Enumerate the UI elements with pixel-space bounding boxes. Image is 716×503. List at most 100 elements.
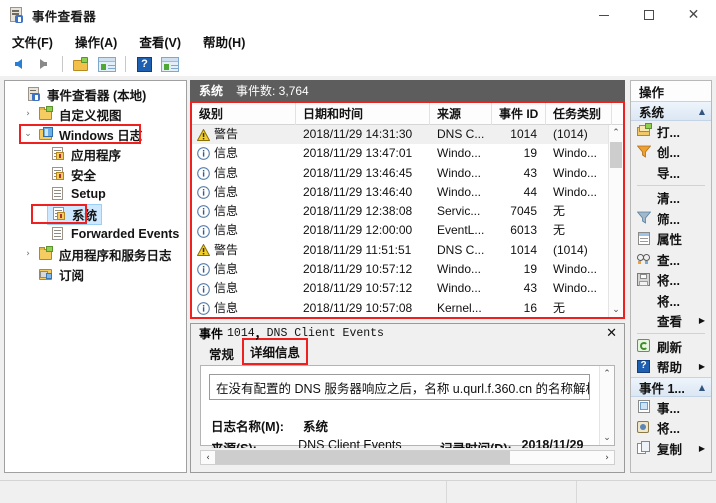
action-item-0-7[interactable]: 查... bbox=[631, 249, 711, 270]
toolbar-separator-2 bbox=[125, 56, 126, 72]
cell-task: (1014) bbox=[553, 242, 588, 257]
expand-chevron-icon[interactable]: › bbox=[21, 109, 35, 119]
action-pane-icon bbox=[160, 56, 179, 72]
column-header-4[interactable]: 任务类别 bbox=[546, 103, 612, 125]
hscroll-right-icon[interactable]: › bbox=[600, 453, 614, 463]
action-item-1-1[interactable]: 将... bbox=[631, 418, 711, 439]
detail-close-icon[interactable]: ✕ bbox=[606, 326, 617, 339]
table-row[interactable]: 警告 2018/11/29 11:51:51 DNS C... 1014 (1014) bbox=[192, 241, 623, 260]
action-item-1-2[interactable]: 复制 ▶ bbox=[631, 438, 711, 459]
table-row[interactable]: 信息 2018/11/29 13:46:40 Windo... 44 Windo... bbox=[192, 183, 623, 202]
cell-event-id: 44 bbox=[523, 184, 537, 199]
expand-chevron-icon[interactable]: › bbox=[21, 249, 35, 259]
action-item-0-8[interactable]: 将... bbox=[631, 270, 711, 291]
tree-item-label: 应用程序 bbox=[71, 148, 122, 163]
column-header-3[interactable]: 事件 ID bbox=[492, 103, 546, 125]
detail-scroll-up-icon[interactable]: ⌃ bbox=[600, 366, 614, 381]
detail-vertical-scrollbar[interactable]: ⌃ ⌄ bbox=[599, 366, 614, 445]
table-row[interactable]: 信息 2018/11/29 10:57:08 Kernel... 16 无 bbox=[192, 299, 623, 317]
action-item-0-0[interactable]: 打... bbox=[631, 121, 711, 142]
forward-button[interactable] bbox=[33, 54, 54, 74]
log-icon bbox=[51, 167, 66, 181]
tree-item-5[interactable]: Setup bbox=[5, 184, 186, 204]
minimize-button[interactable] bbox=[581, 0, 626, 30]
information-icon bbox=[197, 186, 210, 199]
cell-source: Windo... bbox=[437, 262, 482, 277]
open-saved-log-button[interactable] bbox=[71, 54, 92, 74]
actions-group-header-1[interactable]: 事件 1... ▲ bbox=[631, 377, 711, 397]
actions-group-label: 事件 1... bbox=[639, 381, 685, 396]
tab-general[interactable]: 常规 bbox=[203, 342, 240, 365]
action-item-0-10[interactable]: 查看 ▶ bbox=[631, 311, 711, 332]
collapse-chevron-icon[interactable]: ⌄ bbox=[21, 129, 35, 139]
collapse-caret-icon[interactable]: ▲ bbox=[699, 383, 705, 392]
action-item-0-13[interactable]: ? 帮助 ▶ bbox=[631, 357, 711, 378]
scroll-down-icon[interactable]: ⌄ bbox=[609, 302, 623, 317]
tree-item-label: 订阅 bbox=[59, 268, 85, 283]
warning-icon bbox=[197, 244, 210, 257]
menu-help[interactable]: 帮助(H) bbox=[203, 32, 245, 51]
submenu-arrow-icon[interactable]: ▶ bbox=[699, 362, 705, 371]
information-icon bbox=[197, 147, 210, 161]
action-item-0-1[interactable]: 创... bbox=[631, 142, 711, 163]
action-item-label: 事... bbox=[657, 401, 680, 416]
tree-item-7[interactable]: Forwarded Events bbox=[5, 224, 186, 244]
column-header-0[interactable]: 级别 bbox=[192, 103, 296, 125]
tree-item-9[interactable]: 订阅 bbox=[5, 264, 186, 284]
detail-title-prefix: 事件 bbox=[199, 327, 224, 341]
plain-log-icon bbox=[51, 227, 66, 241]
hscrollbar-thumb[interactable] bbox=[215, 451, 510, 464]
action-item-0-2[interactable]: 导... bbox=[631, 162, 711, 183]
menu-view[interactable]: 查看(V) bbox=[139, 32, 181, 51]
tree-item-3[interactable]: 应用程序 bbox=[5, 144, 186, 164]
cell-datetime: 2018/11/29 10:57:12 bbox=[303, 281, 413, 296]
action-item-0-9[interactable]: 将... bbox=[631, 290, 711, 311]
table-row[interactable]: 警告 2018/11/29 14:31:30 DNS C... 1014 (1014) bbox=[192, 125, 623, 145]
action-item-1-0[interactable]: 事... bbox=[631, 397, 711, 418]
tree-item-8[interactable]: › 应用程序和服务日志 bbox=[5, 244, 186, 264]
detail-field-source: 来源(S): DNS Client Events 记录时间(D): 2018/1… bbox=[211, 438, 590, 448]
detail-scroll-down-icon[interactable]: ⌄ bbox=[600, 430, 614, 445]
tree-item-4[interactable]: 安全 bbox=[5, 164, 186, 184]
table-row[interactable]: 信息 2018/11/29 10:57:12 Windo... 43 Windo... bbox=[192, 279, 623, 298]
table-row[interactable]: 信息 2018/11/29 10:57:12 Windo... 19 Windo... bbox=[192, 260, 623, 279]
submenu-arrow-icon[interactable]: ▶ bbox=[699, 316, 705, 325]
hscroll-left-icon[interactable]: ‹ bbox=[201, 453, 215, 463]
table-row[interactable]: 信息 2018/11/29 12:00:00 EventL... 6013 无 bbox=[192, 221, 623, 240]
tree-item-content: 系统 bbox=[47, 203, 103, 225]
show-hide-action-pane-button[interactable] bbox=[159, 54, 180, 74]
column-header-1[interactable]: 日期和时间 bbox=[296, 103, 430, 125]
tree-item-label: Setup bbox=[71, 187, 106, 201]
table-row[interactable]: 信息 2018/11/29 13:46:45 Windo... 43 Windo... bbox=[192, 164, 623, 183]
cell-event-id: 43 bbox=[523, 281, 537, 296]
event-list-scrollbar[interactable]: ⌃ ⌄ bbox=[608, 125, 623, 317]
help-button[interactable]: ? bbox=[134, 54, 155, 74]
event-list-annotation-box: 级别 日期和时间 来源 事件 ID 任务类别 警告 2018/11/29 14:31:30… bbox=[190, 101, 625, 319]
back-button[interactable] bbox=[8, 54, 29, 74]
cell-event-id: 19 bbox=[523, 146, 537, 161]
actions-group-header-0[interactable]: 系统 ▲ bbox=[631, 101, 711, 121]
menu-file[interactable]: 文件(F) bbox=[12, 32, 53, 51]
cell-level: 信息 bbox=[192, 260, 296, 279]
tree-item-content: Forwarded Events bbox=[47, 227, 183, 241]
scroll-up-icon[interactable]: ⌃ bbox=[609, 125, 623, 140]
tree-item-6[interactable]: 系统 bbox=[5, 203, 186, 225]
action-item-0-12[interactable]: 刷新 bbox=[631, 336, 711, 357]
column-header-2[interactable]: 来源 bbox=[430, 103, 492, 125]
action-item-0-6[interactable]: 属性 bbox=[631, 229, 711, 250]
table-row[interactable]: 信息 2018/11/29 13:47:01 Windo... 19 Windo... bbox=[192, 144, 623, 163]
tree-item-2[interactable]: ⌄ Windows 日志 bbox=[5, 124, 186, 144]
action-item-0-4[interactable]: 清... bbox=[631, 188, 711, 209]
submenu-arrow-icon[interactable]: ▶ bbox=[699, 444, 705, 453]
tree-item-1[interactable]: › 自定义视图 bbox=[5, 104, 186, 124]
maximize-button[interactable] bbox=[626, 0, 671, 30]
action-item-0-5[interactable]: 筛... bbox=[631, 208, 711, 229]
scrollbar-thumb[interactable] bbox=[610, 142, 622, 168]
close-button[interactable]: ✕ bbox=[671, 0, 716, 30]
collapse-caret-icon[interactable]: ▲ bbox=[699, 107, 705, 116]
show-hide-console-tree-button[interactable] bbox=[96, 54, 117, 74]
detail-horizontal-scrollbar[interactable]: ‹ › bbox=[200, 450, 615, 465]
tree-item-0[interactable]: 事件查看器 (本地) bbox=[5, 84, 186, 104]
menu-action[interactable]: 操作(A) bbox=[75, 32, 117, 51]
table-row[interactable]: 信息 2018/11/29 12:38:08 Servic... 7045 无 bbox=[192, 202, 623, 221]
